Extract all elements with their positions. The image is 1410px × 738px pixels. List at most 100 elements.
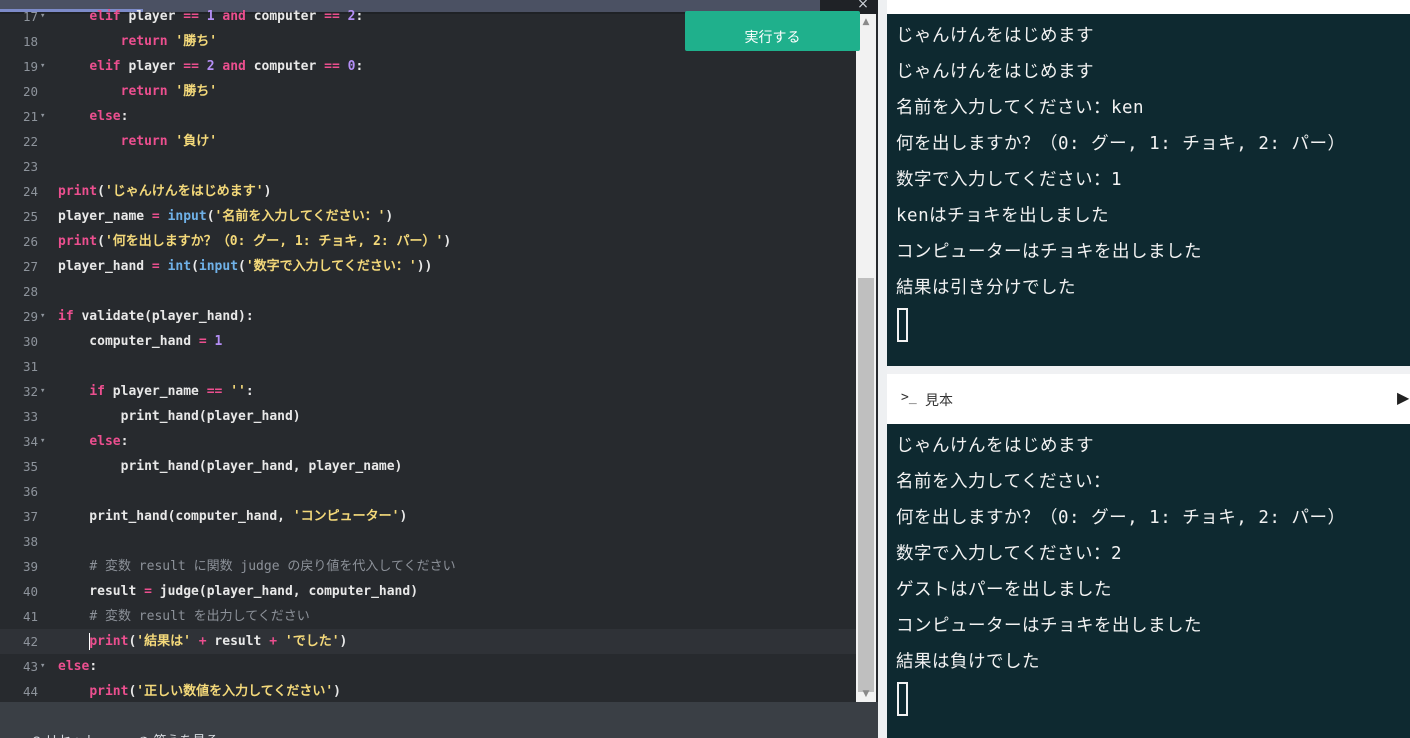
code-line[interactable]: 24 print('じゃんけんをはじめます') [0, 179, 856, 204]
code-text: elif player == 2 and computer == 0: [89, 59, 364, 74]
code-text: print('正しい数値を入力してください') [89, 684, 341, 699]
terminal-cursor [897, 308, 908, 342]
output-console[interactable]: じゃんけんをはじめます じゃんけんをはじめます 名前を入力してください：ken 何を出… [887, 14, 1410, 366]
code-lines[interactable]: 17 ▾ elif player == 1 and computer == 2: 1… [0, 4, 856, 702]
line-number: 30 [22, 334, 38, 349]
editor-bottom-bar: ⟲ リセット ◔ 答えを見る [0, 702, 878, 738]
line-number: 26 [22, 234, 38, 249]
code-text: print_hand(computer_hand, 'コンピューター') [58, 509, 408, 524]
code-line[interactable]: 21 ▾ else: [0, 104, 856, 129]
console-line: 名前を入力してください： [896, 472, 1111, 492]
code-line[interactable]: 22 return '負け' [0, 129, 856, 154]
code-line[interactable]: 31 [0, 354, 856, 379]
code-text: # 変数 result を出力してください [89, 609, 310, 624]
code-line[interactable]: 23 [0, 154, 856, 179]
code-text: print_hand(player_hand) [58, 409, 301, 424]
console-line: kenはチョキを出しました [896, 206, 1110, 226]
console-line: 数字で入力してください：2 [896, 544, 1122, 564]
fold-arrow-icon[interactable]: ▾ [40, 304, 45, 329]
code-text: return '負け' [120, 134, 218, 149]
line-number: 34 [22, 434, 38, 449]
console-line: 何を出しますか？（0: グー, 1: チョキ, 2: パー） [896, 508, 1346, 528]
code-text: else: [89, 109, 129, 124]
code-line[interactable]: 25 player_name = input('名前を入力してください：') [0, 204, 856, 229]
code-line[interactable]: 35 print_hand(player_hand, player_name) [0, 454, 856, 479]
code-line[interactable]: 37 print_hand(computer_hand, 'コンピューター') [0, 504, 856, 529]
show-answer-button[interactable]: ◔ 答えを見る [138, 730, 218, 738]
code-text: computer_hand = 1 [58, 334, 223, 349]
fold-arrow-icon[interactable]: ▾ [40, 104, 45, 129]
code-line[interactable]: 28 [0, 279, 856, 304]
scroll-down-arrow-icon[interactable]: ▼ [856, 686, 876, 702]
line-number: 20 [22, 84, 38, 99]
line-number: 22 [22, 134, 38, 149]
code-text: # 変数 result に関数 judge の戻り値を代入してください [89, 559, 456, 574]
line-number: 41 [22, 609, 38, 624]
console-line: コンピューターはチョキを出しました [896, 242, 1202, 262]
line-number: 27 [22, 259, 38, 274]
code-line[interactable]: 41 # 変数 result を出力してください [0, 604, 856, 629]
console-line: じゃんけんをはじめます [896, 62, 1094, 82]
line-number: 29 [22, 309, 38, 324]
console-line: 何を出しますか？（0: グー, 1: チョキ, 2: パー） [896, 134, 1346, 154]
line-number: 38 [22, 534, 38, 549]
line-number: 40 [22, 584, 38, 599]
editor-vertical-scrollbar[interactable]: ▲ ▼ [856, 14, 876, 702]
line-number: 25 [22, 209, 38, 224]
code-line[interactable]: 27 player_hand = int(input('数字で入力してください：'… [0, 254, 856, 279]
code-text: print('結果は' + result + 'でした') [89, 633, 348, 650]
code-line[interactable]: 33 print_hand(player_hand) [0, 404, 856, 429]
code-text: if player_name == '': [89, 384, 254, 399]
code-text: elif player == 1 and computer == 2: [89, 9, 364, 24]
fold-arrow-icon[interactable]: ▾ [40, 654, 45, 679]
line-number: 44 [22, 684, 38, 699]
code-line[interactable]: 34 ▾ else: [0, 429, 856, 454]
code-line[interactable]: 36 [0, 479, 856, 504]
line-number: 37 [22, 509, 38, 524]
code-text: player_name = input('名前を入力してください：') [58, 209, 394, 224]
code-line[interactable]: 44 print('正しい数値を入力してください') [0, 679, 856, 702]
console-line: 結果は負けでした [896, 652, 1040, 672]
code-line[interactable]: 32 ▾ if player_name == '': [0, 379, 856, 404]
play-icon[interactable]: ▶ [1397, 388, 1409, 407]
line-number: 33 [22, 409, 38, 424]
code-text: print('じゃんけんをはじめます') [58, 184, 272, 199]
code-text: return '勝ち' [120, 84, 218, 99]
console-line: 結果は引き分けでした [896, 278, 1076, 298]
code-text: return '勝ち' [120, 34, 218, 49]
line-number: 43 [22, 659, 38, 674]
code-line[interactable]: 42 print('結果は' + result + 'でした') [0, 629, 856, 654]
panel-divider[interactable] [878, 0, 887, 738]
fold-arrow-icon[interactable]: ▾ [40, 4, 45, 29]
line-number: 23 [22, 159, 38, 174]
code-text: result = judge(player_hand, computer_han… [58, 584, 419, 599]
line-number: 42 [22, 634, 38, 649]
code-line[interactable]: 26 print('何を出しますか？（0: グー, 1: チョキ, 2: パー）'… [0, 229, 856, 254]
code-text: if validate(player_hand): [58, 309, 254, 324]
code-line[interactable]: 40 result = judge(player_hand, computer_… [0, 579, 856, 604]
code-line[interactable]: 20 return '勝ち' [0, 79, 856, 104]
line-number: 24 [22, 184, 38, 199]
code-line[interactable]: 29 ▾ if validate(player_hand): [0, 304, 856, 329]
code-editor[interactable]: × 17 ▾ elif player == 1 and computer == 2… [0, 0, 878, 702]
code-line[interactable]: 38 [0, 529, 856, 554]
code-text: print_hand(player_hand, player_name) [58, 459, 403, 474]
sample-title: 見本 [925, 393, 953, 409]
code-line[interactable]: 43 ▾ else: [0, 654, 856, 679]
fold-arrow-icon[interactable]: ▾ [40, 429, 45, 454]
reset-button[interactable]: ⟲ リセット [30, 730, 97, 738]
console-line: 数字で入力してください：1 [896, 170, 1122, 190]
line-number: 18 [22, 34, 38, 49]
fold-arrow-icon[interactable]: ▾ [40, 54, 45, 79]
scrollbar-thumb[interactable] [858, 278, 874, 692]
fold-arrow-icon[interactable]: ▾ [40, 379, 45, 404]
code-line[interactable]: 19 ▾ elif player == 2 and computer == 0: [0, 54, 856, 79]
line-number: 39 [22, 559, 38, 574]
run-button[interactable]: 実行する [685, 11, 860, 51]
code-line[interactable]: 30 computer_hand = 1 [0, 329, 856, 354]
console-line: じゃんけんをはじめます [896, 436, 1094, 456]
line-number: 28 [22, 284, 38, 299]
line-number: 17 [22, 9, 38, 24]
code-line[interactable]: 39 # 変数 result に関数 judge の戻り値を代入してください [0, 554, 856, 579]
terminal-icon: >_ [901, 390, 917, 405]
